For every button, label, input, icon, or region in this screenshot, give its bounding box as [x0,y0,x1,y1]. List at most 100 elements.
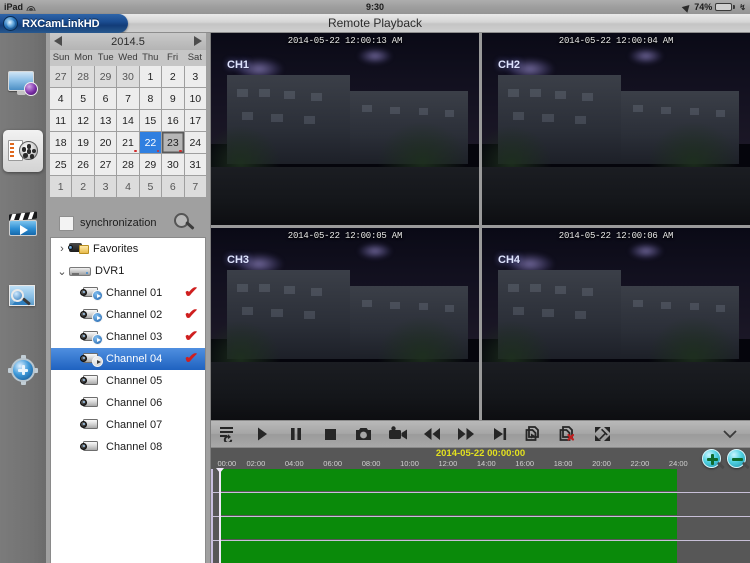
channel-selected-check-icon[interactable]: ✔ [184,284,198,302]
video-pane-2[interactable]: 2014-05-22 12:00:04 AM CH2 [482,33,750,225]
calendar-day-21[interactable]: 21 [117,132,139,153]
magnifier-icon[interactable] [174,213,196,235]
tree-row-channel-02[interactable]: Channel 02 ✔ [51,304,205,326]
calendar-day-11[interactable]: 11 [50,110,72,131]
calendar-day-label: 28 [77,70,89,83]
calendar-day-2[interactable]: 2 [72,176,94,197]
camera-icon [80,374,102,388]
zoom-in-magnifier-icon[interactable] [702,449,725,469]
calendar-day-16[interactable]: 16 [162,110,184,131]
timeline-playhead[interactable] [216,468,223,563]
timeline-recording-bar[interactable] [219,541,678,563]
clip-cancel-button[interactable] [551,420,585,448]
chevron-down-icon[interactable]: ⌄ [55,265,69,278]
sidebar-item-settings[interactable] [3,349,43,391]
chevron-right-icon[interactable]: › [55,243,69,255]
channel-selected-check-icon[interactable]: ✔ [184,350,198,368]
synchronization-checkbox[interactable] [59,215,74,231]
video-pane-3[interactable]: 2014-05-22 12:00:05 AM CH3 [211,228,479,420]
calendar-day-7[interactable]: 7 [184,176,206,197]
calendar-day-6[interactable]: 6 [162,176,184,197]
tree-row-dvr1[interactable]: ⌄ DVR1 [51,260,205,282]
calendar-day-19[interactable]: 19 [72,132,94,153]
calendar-day-8[interactable]: 8 [139,88,162,109]
calendar-day-29[interactable]: 29 [139,154,162,175]
chevron-down-icon[interactable] [716,420,744,448]
rewind-button[interactable] [415,420,449,448]
calendar-day-30[interactable]: 30 [117,66,139,87]
calendar-day-28[interactable]: 28 [117,154,139,175]
timeline-recording-bar[interactable] [219,493,678,515]
timeline-track-2[interactable] [211,493,750,517]
calendar-day-3[interactable]: 3 [184,66,206,87]
tree-row-channel-04[interactable]: Channel 04 ✔ [51,348,205,370]
calendar-day-18[interactable]: 18 [50,132,72,153]
calendar-day-22[interactable]: 22 [139,132,162,153]
fast-forward-button[interactable] [449,420,483,448]
calendar-day-10[interactable]: 10 [184,88,206,109]
sidebar-item-picture-viewer[interactable] [3,276,43,318]
tree-row-channel-03[interactable]: Channel 03 ✔ [51,326,205,348]
channel-selected-check-icon[interactable]: ✔ [184,306,198,324]
calendar-day-27[interactable]: 27 [50,66,72,87]
calendar-day-2[interactable]: 2 [162,66,184,87]
calendar-day-15[interactable]: 15 [139,110,162,131]
timeline-track-3[interactable] [211,517,750,541]
snapshot-button[interactable] [347,420,381,448]
calendar-day-3[interactable]: 3 [94,176,117,197]
fullscreen-button[interactable] [585,420,619,448]
next-month-arrow-icon[interactable] [194,36,202,46]
tree-row-favorites[interactable]: › Favorites [51,238,205,260]
calendar-day-27[interactable]: 27 [94,154,117,175]
calendar-day-28[interactable]: 28 [72,66,94,87]
tree-row-channel-08[interactable]: Channel 08 [51,436,205,458]
calendar-day-14[interactable]: 14 [117,110,139,131]
app-tab[interactable]: RXCamLinkHD [0,14,128,33]
calendar-day-5[interactable]: 5 [72,88,94,109]
calendar-day-30[interactable]: 30 [162,154,184,175]
calendar-day-31[interactable]: 31 [184,154,206,175]
video-pane-4[interactable]: 2014-05-22 12:00:06 AM CH4 [482,228,750,420]
timeline-track-4[interactable] [211,541,750,563]
timeline-recording-bar[interactable] [219,517,678,539]
playlist-reload-button[interactable] [211,420,245,448]
tree-row-channel-07[interactable]: Channel 07 [51,414,205,436]
calendar-day-20[interactable]: 20 [94,132,117,153]
play-button[interactable] [245,420,279,448]
calendar-day-9[interactable]: 9 [162,88,184,109]
pause-button[interactable] [279,420,313,448]
video-pane-1[interactable]: 2014-05-22 12:00:13 AM CH1 [211,33,479,225]
sidebar-item-remote-playback[interactable] [3,130,43,172]
calendar-day-4[interactable]: 4 [50,88,72,109]
calendar-day-17[interactable]: 17 [184,110,206,131]
clip-start-button[interactable] [517,420,551,448]
calendar-day-26[interactable]: 26 [72,154,94,175]
sidebar-item-local-playback[interactable] [3,203,43,245]
calendar-day-1[interactable]: 1 [50,176,72,197]
stop-button[interactable] [313,420,347,448]
calendar-day-5[interactable]: 5 [139,176,162,197]
calendar-day-23[interactable]: 23 [162,132,184,153]
step-next-button[interactable] [483,420,517,448]
record-button[interactable] [381,420,415,448]
tree-row-channel-01[interactable]: Channel 01 ✔ [51,282,205,304]
calendar-day-24[interactable]: 24 [184,132,206,153]
calendar-day-7[interactable]: 7 [117,88,139,109]
zoom-out-magnifier-icon[interactable] [727,449,750,469]
calendar-day-12[interactable]: 12 [72,110,94,131]
calendar-day-6[interactable]: 6 [94,88,117,109]
calendar-day-1[interactable]: 1 [139,66,162,87]
synchronization-label: synchronization [80,217,157,229]
calendar-day-29[interactable]: 29 [94,66,117,87]
sidebar-item-live-view[interactable] [3,63,43,105]
channel-selected-check-icon[interactable]: ✔ [184,328,198,346]
calendar-day-13[interactable]: 13 [94,110,117,131]
tree-row-channel-06[interactable]: Channel 06 [51,392,205,414]
timeline-recording-bar[interactable] [219,469,678,491]
calendar-day-4[interactable]: 4 [117,176,139,197]
calendar-day-25[interactable]: 25 [50,154,72,175]
timeline-track-1[interactable] [211,469,750,493]
tree-row-channel-05[interactable]: Channel 05 [51,370,205,392]
prev-month-arrow-icon[interactable] [54,36,62,46]
timeline[interactable]: 2014-05-22 00:00:00 00:00 02:00 04:00 06:00… [211,448,750,563]
